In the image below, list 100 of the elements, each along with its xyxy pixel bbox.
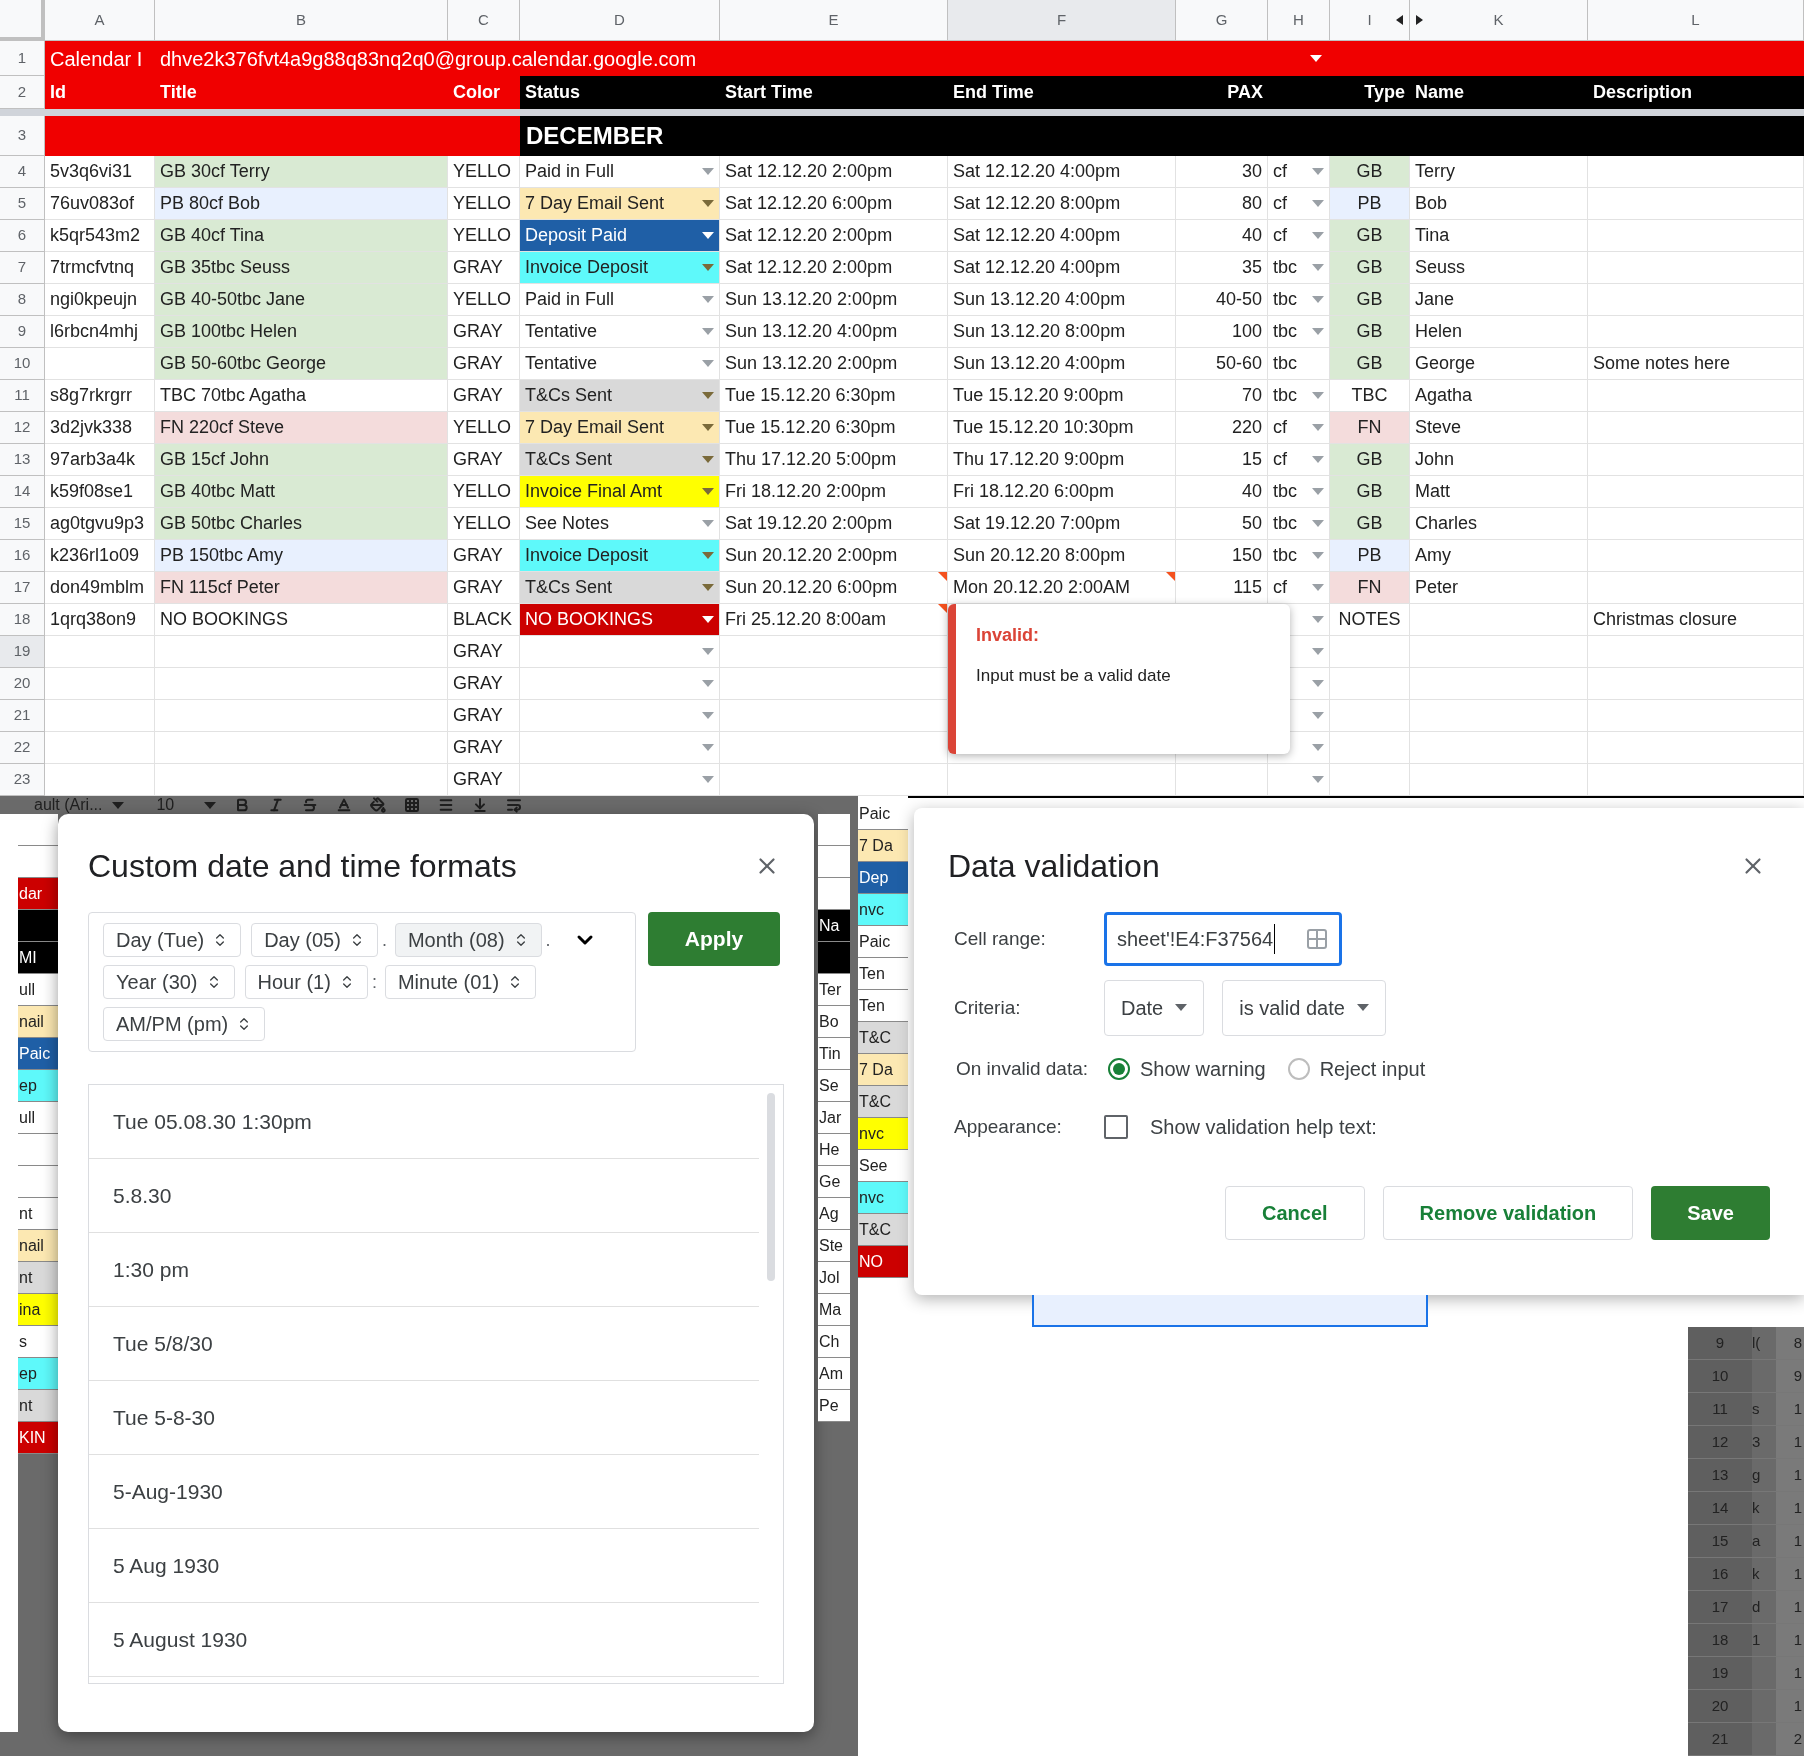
dialog-button[interactable]: Remove validation (1382, 1185, 1634, 1240)
select-all-corner[interactable] (0, 0, 45, 41)
unit-dropdown[interactable] (1268, 764, 1330, 796)
row-number[interactable]: 11 (0, 380, 45, 412)
row-number[interactable]: 1 (0, 41, 45, 76)
dialog-button[interactable]: Cancel (1224, 1185, 1365, 1240)
status-dropdown[interactable]: T&Cs Sent (520, 380, 720, 412)
borders-icon[interactable] (404, 797, 421, 813)
row-number[interactable]: 12 (0, 412, 45, 444)
row-number[interactable]: 3 (0, 116, 45, 156)
bold-icon[interactable] (234, 797, 251, 813)
status-dropdown[interactable]: 7 Day Email Sent (520, 412, 720, 444)
column-header[interactable]: H (1268, 0, 1330, 41)
row-number[interactable]: 16 (0, 540, 45, 572)
format-option[interactable]: Tue 05.08.30 1:30pm (89, 1085, 759, 1159)
dropdown-cell[interactable] (520, 668, 720, 700)
status-dropdown[interactable]: Tentative (520, 348, 720, 380)
format-part-chip[interactable]: Month (08) (394, 923, 542, 957)
format-option[interactable]: Tue 5/8/30 (89, 1307, 759, 1381)
dropdown-cell[interactable] (520, 700, 720, 732)
column-header[interactable]: E (720, 0, 948, 41)
apply-button[interactable]: Apply (648, 912, 780, 966)
format-part-chip[interactable]: Day (05) (251, 923, 378, 957)
column-header[interactable]: D (520, 0, 720, 41)
row-number[interactable]: 13 (0, 444, 45, 476)
row-number[interactable]: 14 (0, 476, 45, 508)
row-number[interactable]: 8 (0, 284, 45, 316)
cell-fragment: 7 Da (858, 830, 908, 862)
wrap-icon[interactable] (506, 797, 523, 813)
italic-icon[interactable] (268, 797, 285, 813)
status-dropdown[interactable]: Invoice Final Amt (520, 476, 720, 508)
checkbox[interactable] (1104, 1114, 1128, 1139)
cell-range-field[interactable]: sheet'!E4:F37564 (1104, 911, 1342, 966)
format-option[interactable]: 5-Aug-1930 (89, 1455, 759, 1529)
paint-bucket-icon[interactable] (370, 797, 387, 813)
radio-button[interactable] (1287, 1057, 1310, 1080)
criteria-dropdown[interactable]: Date (1104, 979, 1205, 1036)
table-cell: NOTES (1330, 604, 1410, 636)
status-dropdown[interactable]: Paid in Full (520, 284, 720, 316)
table-cell: Helen (1410, 316, 1588, 348)
format-option[interactable]: 5 Aug 1930 (89, 1529, 759, 1603)
row-number[interactable]: 2 (0, 76, 45, 109)
column-header[interactable]: B (155, 0, 448, 41)
format-part-chip[interactable]: Year (30) (103, 965, 235, 999)
format-part-chip[interactable]: Minute (01) (384, 965, 537, 999)
hidden-column-right-icon[interactable] (1416, 15, 1423, 25)
criteria-dropdown[interactable]: is valid date (1222, 979, 1386, 1036)
status-dropdown[interactable]: T&Cs Sent (520, 444, 720, 476)
format-part-chip[interactable]: Hour (1) (244, 965, 368, 999)
row-number[interactable]: 19 (0, 636, 45, 668)
grid-icon[interactable] (1305, 926, 1329, 951)
status-dropdown[interactable]: Deposit Paid (520, 220, 720, 252)
column-header[interactable]: F (948, 0, 1176, 41)
column-header[interactable]: L (1588, 0, 1804, 41)
save-button[interactable]: Save (1651, 1185, 1770, 1240)
format-option[interactable]: 1:30 pm (89, 1233, 759, 1307)
column-header[interactable]: I (1330, 0, 1410, 41)
status-dropdown[interactable]: Invoice Deposit (520, 252, 720, 284)
status-dropdown[interactable]: Invoice Deposit (520, 540, 720, 572)
row-number[interactable]: 17 (0, 572, 45, 604)
row-number[interactable]: 21 (0, 700, 45, 732)
text-color-icon[interactable] (336, 797, 353, 813)
radio-button[interactable] (1108, 1057, 1130, 1080)
dialog-title: Data validation (948, 846, 1160, 886)
status-dropdown[interactable]: Paid in Full (520, 156, 720, 188)
scrollbar-thumb[interactable] (767, 1093, 775, 1281)
status-dropdown[interactable]: See Notes (520, 508, 720, 540)
row-number[interactable]: 9 (0, 316, 45, 348)
row-number[interactable]: 22 (0, 732, 45, 764)
table-cell: Thu 17.12.20 9:00pm (948, 444, 1176, 476)
status-dropdown[interactable]: 7 Day Email Sent (520, 188, 720, 220)
dropdown-cell[interactable] (520, 732, 720, 764)
dropdown-cell[interactable] (520, 764, 720, 796)
align-icon[interactable] (438, 797, 455, 813)
format-part-chip[interactable]: Day (Tue) (103, 923, 242, 957)
cell-fragment: Tin (818, 1038, 850, 1070)
column-header[interactable]: K (1410, 0, 1588, 41)
hidden-column-left-icon[interactable] (1396, 15, 1403, 25)
format-option[interactable]: 5 August 1930 (89, 1603, 759, 1677)
status-dropdown[interactable]: Tentative (520, 316, 720, 348)
row-number[interactable]: 7 (0, 252, 45, 284)
dropdown-cell[interactable] (520, 636, 720, 668)
strikethrough-icon[interactable] (302, 797, 319, 813)
column-header[interactable]: A (45, 0, 155, 41)
row-number[interactable]: 6 (0, 220, 45, 252)
row-number[interactable]: 20 (0, 668, 45, 700)
status-dropdown[interactable]: T&Cs Sent (520, 572, 720, 604)
row-number[interactable]: 10 (0, 348, 45, 380)
format-option[interactable]: Tue 5-8-30 (89, 1381, 759, 1455)
row-number[interactable]: 5 (0, 188, 45, 220)
format-part-chip[interactable]: AM/PM (pm) (103, 1007, 266, 1041)
row-number[interactable]: 23 (0, 764, 45, 796)
status-dropdown[interactable]: NO BOOKINGS (520, 604, 720, 636)
row-number[interactable]: 4 (0, 156, 45, 188)
column-header[interactable]: C (448, 0, 520, 41)
column-header[interactable]: G (1176, 0, 1268, 41)
row-number[interactable]: 18 (0, 604, 45, 636)
format-option[interactable]: 5.8.30 (89, 1159, 759, 1233)
row-number[interactable]: 15 (0, 508, 45, 540)
cell-fragment: Ag (818, 1198, 850, 1230)
